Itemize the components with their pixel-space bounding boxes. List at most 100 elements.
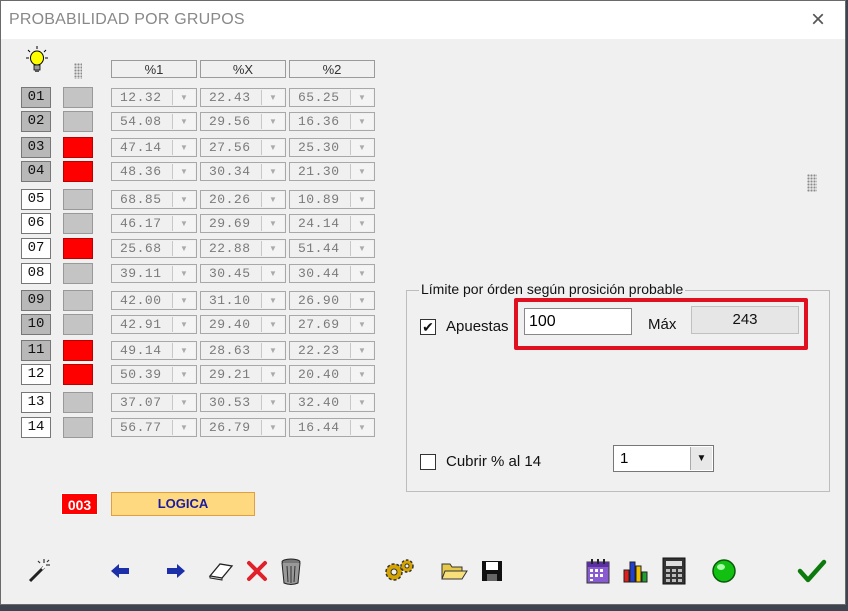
probability-combo-p1[interactable]: 54.08 ▼	[111, 112, 197, 131]
probability-combo-px[interactable]: 29.69 ▼	[200, 214, 286, 233]
calendar-icon[interactable]	[583, 556, 613, 586]
row-number[interactable]: 01	[21, 87, 51, 108]
probability-combo-p2[interactable]: 25.30 ▼	[289, 138, 375, 157]
row-marker[interactable]	[63, 263, 93, 284]
magic-wand-icon[interactable]	[23, 556, 53, 586]
bar-chart-icon[interactable]	[621, 556, 651, 586]
chevron-down-icon[interactable]: ▼	[172, 216, 195, 231]
trash-can-icon[interactable]	[276, 556, 306, 586]
probability-combo-p1[interactable]: 68.85 ▼	[111, 190, 197, 209]
close-button[interactable]: ×	[803, 5, 833, 35]
probability-combo-px[interactable]: 20.26 ▼	[200, 190, 286, 209]
cubrir-select[interactable]: 1 ▼	[613, 445, 714, 472]
chevron-down-icon[interactable]: ▼	[261, 90, 284, 105]
probability-combo-p2[interactable]: 65.25 ▼	[289, 88, 375, 107]
probability-combo-p1[interactable]: 46.17 ▼	[111, 214, 197, 233]
row-marker[interactable]	[63, 137, 93, 158]
logica-button[interactable]: LOGICA	[111, 492, 255, 516]
probability-combo-p1[interactable]: 56.77 ▼	[111, 418, 197, 437]
chevron-down-icon[interactable]: ▼	[350, 343, 373, 358]
probability-combo-p1[interactable]: 42.00 ▼	[111, 291, 197, 310]
row-number[interactable]: 05	[21, 189, 51, 210]
probability-combo-p2[interactable]: 21.30 ▼	[289, 162, 375, 181]
chevron-down-icon[interactable]: ▼	[350, 395, 373, 410]
chevron-down-icon[interactable]: ▼	[261, 395, 284, 410]
calculator-icon[interactable]	[659, 556, 689, 586]
chevron-down-icon[interactable]: ▼	[172, 90, 195, 105]
chevron-down-icon[interactable]: ▼	[172, 395, 195, 410]
row-number[interactable]: 11	[21, 340, 51, 361]
probability-combo-p1[interactable]: 37.07 ▼	[111, 393, 197, 412]
probability-combo-p1[interactable]: 39.11 ▼	[111, 264, 197, 283]
row-marker[interactable]	[63, 111, 93, 132]
chevron-down-icon[interactable]: ▼	[261, 216, 284, 231]
column-grip-icon[interactable]	[74, 63, 82, 79]
row-number[interactable]: 04	[21, 161, 51, 182]
arrow-right-icon[interactable]	[161, 556, 191, 586]
probability-combo-p2[interactable]: 20.40 ▼	[289, 365, 375, 384]
row-number[interactable]: 12	[21, 364, 51, 385]
chevron-down-icon[interactable]: ▼	[172, 420, 195, 435]
lightbulb-icon[interactable]	[25, 45, 49, 75]
resize-grip-icon[interactable]	[807, 174, 817, 192]
row-marker[interactable]	[63, 189, 93, 210]
row-marker[interactable]	[63, 392, 93, 413]
row-number[interactable]: 02	[21, 111, 51, 132]
row-number[interactable]: 13	[21, 392, 51, 413]
row-marker[interactable]	[63, 340, 93, 361]
row-marker[interactable]	[63, 290, 93, 311]
chevron-down-icon[interactable]: ▼	[350, 293, 373, 308]
probability-combo-p1[interactable]: 50.39 ▼	[111, 365, 197, 384]
probability-combo-p1[interactable]: 49.14 ▼	[111, 341, 197, 360]
probability-combo-px[interactable]: 30.53 ▼	[200, 393, 286, 412]
cubrir-checkbox[interactable]	[420, 454, 436, 470]
row-number[interactable]: 09	[21, 290, 51, 311]
chevron-down-icon[interactable]: ▼	[172, 367, 195, 382]
row-marker[interactable]	[63, 87, 93, 108]
probability-combo-p2[interactable]: 51.44 ▼	[289, 239, 375, 258]
probability-combo-px[interactable]: 29.40 ▼	[200, 315, 286, 334]
probability-combo-px[interactable]: 22.43 ▼	[200, 88, 286, 107]
row-number[interactable]: 06	[21, 213, 51, 234]
green-light-icon[interactable]	[709, 556, 739, 586]
row-marker[interactable]	[63, 213, 93, 234]
row-marker[interactable]	[63, 417, 93, 438]
checkmark-icon[interactable]	[797, 556, 827, 586]
probability-combo-p2[interactable]: 26.90 ▼	[289, 291, 375, 310]
probability-combo-p1[interactable]: 48.36 ▼	[111, 162, 197, 181]
chevron-down-icon[interactable]: ▼	[350, 317, 373, 332]
row-marker[interactable]	[63, 238, 93, 259]
chevron-down-icon[interactable]: ▼	[261, 317, 284, 332]
probability-combo-p2[interactable]: 27.69 ▼	[289, 315, 375, 334]
chevron-down-icon[interactable]: ▼	[261, 114, 284, 129]
row-number[interactable]: 10	[21, 314, 51, 335]
probability-combo-p1[interactable]: 12.32 ▼	[111, 88, 197, 107]
probability-combo-p1[interactable]: 47.14 ▼	[111, 138, 197, 157]
probability-combo-px[interactable]: 27.56 ▼	[200, 138, 286, 157]
chevron-down-icon[interactable]: ▼	[172, 164, 195, 179]
probability-combo-p2[interactable]: 16.36 ▼	[289, 112, 375, 131]
row-marker[interactable]	[63, 364, 93, 385]
row-number[interactable]: 14	[21, 417, 51, 438]
chevron-down-icon[interactable]: ▼	[261, 140, 284, 155]
chevron-down-icon[interactable]: ▼	[261, 367, 284, 382]
chevron-down-icon[interactable]: ▼	[261, 420, 284, 435]
probability-combo-p1[interactable]: 25.68 ▼	[111, 239, 197, 258]
chevron-down-icon[interactable]: ▼	[350, 420, 373, 435]
chevron-down-icon[interactable]: ▼	[350, 266, 373, 281]
probability-combo-p2[interactable]: 24.14 ▼	[289, 214, 375, 233]
probability-combo-p1[interactable]: 42.91 ▼	[111, 315, 197, 334]
row-marker[interactable]	[63, 161, 93, 182]
chevron-down-icon[interactable]: ▼	[350, 164, 373, 179]
save-disk-icon[interactable]	[477, 556, 507, 586]
row-number[interactable]: 03	[21, 137, 51, 158]
eraser-icon[interactable]	[206, 556, 236, 586]
probability-combo-px[interactable]: 26.79 ▼	[200, 418, 286, 437]
chevron-down-icon[interactable]: ▼	[350, 90, 373, 105]
chevron-down-icon[interactable]: ▼	[172, 293, 195, 308]
arrow-left-icon[interactable]	[105, 556, 135, 586]
chevron-down-icon[interactable]: ▼	[350, 241, 373, 256]
probability-combo-px[interactable]: 30.45 ▼	[200, 264, 286, 283]
chevron-down-icon[interactable]: ▼	[261, 293, 284, 308]
chevron-down-icon[interactable]: ▼	[172, 140, 195, 155]
